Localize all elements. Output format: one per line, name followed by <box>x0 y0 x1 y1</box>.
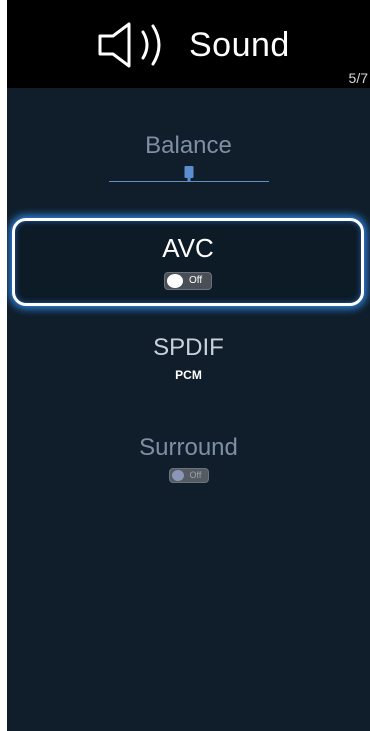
surround-label: Surround <box>139 434 238 461</box>
avc-label: AVC <box>162 233 214 263</box>
page-title: Sound <box>189 26 290 64</box>
speaker-icon <box>98 22 161 68</box>
balance-slider-thumb[interactable] <box>184 166 193 182</box>
surround-toggle-state: Off <box>189 470 202 480</box>
spdif-label: SPDIF <box>153 334 224 361</box>
sound-menu-screen: Sound 5/7 Balance AVC Off SPDIF PCM Surr… <box>7 0 370 731</box>
menu-item-surround: Surround Off <box>7 434 370 483</box>
avc-toggle-knob <box>167 274 183 288</box>
balance-slider[interactable] <box>108 166 269 186</box>
menu-item-avc[interactable]: AVC Off <box>12 218 364 306</box>
surround-toggle: Off <box>168 468 209 483</box>
spdif-value: PCM <box>175 368 202 382</box>
page-counter: 5/7 <box>348 70 368 86</box>
avc-toggle[interactable]: Off <box>164 272 212 290</box>
balance-label: Balance <box>145 132 232 159</box>
header-bar: Sound 5/7 <box>7 0 370 88</box>
menu-item-balance[interactable]: Balance <box>7 132 370 186</box>
menu-item-spdif-content[interactable]: SPDIF PCM <box>7 334 370 382</box>
avc-toggle-state: Off <box>189 275 203 286</box>
surround-toggle-knob <box>171 470 184 481</box>
